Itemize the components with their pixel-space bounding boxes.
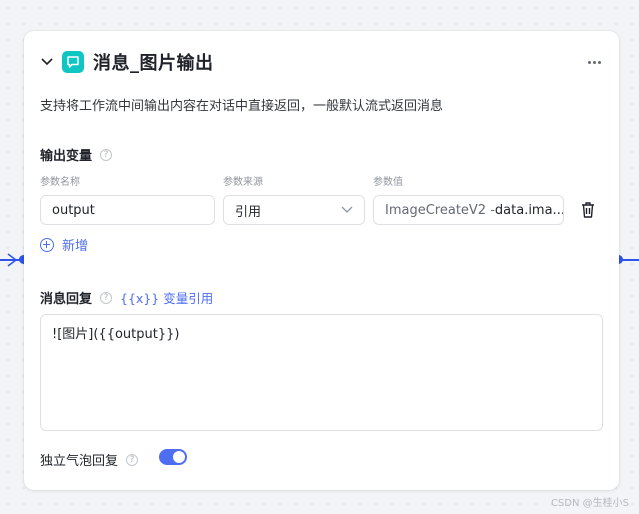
help-icon[interactable]: ? [100, 148, 113, 161]
toggle-knob [173, 451, 185, 463]
output-vars-title: 输出变量 [40, 149, 93, 164]
chat-bubble-icon [62, 51, 84, 73]
delete-row-icon[interactable] [580, 201, 596, 219]
message-reply-content: ![图片]({{output}}) [52, 327, 180, 342]
output-vars-label: 输出变量 ? [40, 145, 113, 164]
add-param-label: 新增 [62, 239, 89, 254]
param-source-select[interactable]: 引用 [223, 195, 365, 225]
bubble-reply-toggle[interactable] [159, 449, 187, 465]
help-icon[interactable]: ? [100, 291, 113, 304]
col-param-value: 参数值 [373, 177, 403, 188]
param-value-node: ImageCreateV2 - [385, 202, 495, 218]
bubble-reply-label: 独立气泡回复 ? [40, 450, 139, 469]
plus-circle-icon [40, 237, 54, 252]
edge-arrow-icon [7, 253, 18, 267]
message-reply-title: 消息回复 [40, 292, 93, 307]
add-param-button[interactable]: 新增 [40, 235, 88, 254]
node-description: 支持将工作流中间输出内容在对话中直接返回，一般默认流式返回消息 [40, 99, 444, 114]
param-value-reference[interactable]: ImageCreateV2 - data.ima... [373, 195, 564, 225]
param-source-value: 引用 [235, 204, 262, 220]
variable-reference-button[interactable]: {{x}} 变量引用 [120, 288, 213, 307]
param-name-input[interactable]: output [40, 195, 215, 225]
node-header: 消息_图片输出 [40, 49, 605, 75]
watermark: CSDN @生桂小S [550, 498, 629, 509]
message-node-card[interactable]: 消息_图片输出 支持将工作流中间输出内容在对话中直接返回，一般默认流式返回消息 … [24, 31, 619, 490]
col-param-name: 参数名称 [40, 177, 80, 188]
chevron-down-icon [341, 206, 353, 213]
param-name-value: output [52, 202, 95, 218]
more-options-icon[interactable] [584, 57, 605, 68]
node-title: 消息_图片输出 [93, 53, 214, 74]
help-icon[interactable]: ? [126, 453, 139, 466]
message-reply-label: 消息回复 ? {{x}} 变量引用 [40, 288, 213, 307]
collapse-chevron-icon[interactable] [40, 55, 54, 69]
col-param-source: 参数来源 [223, 177, 263, 188]
message-reply-textarea[interactable]: ![图片]({{output}}) [40, 314, 603, 431]
outgoing-edge [622, 259, 639, 261]
param-value-path: data.ima... [494, 202, 564, 218]
bubble-reply-title: 独立气泡回复 [40, 454, 119, 469]
